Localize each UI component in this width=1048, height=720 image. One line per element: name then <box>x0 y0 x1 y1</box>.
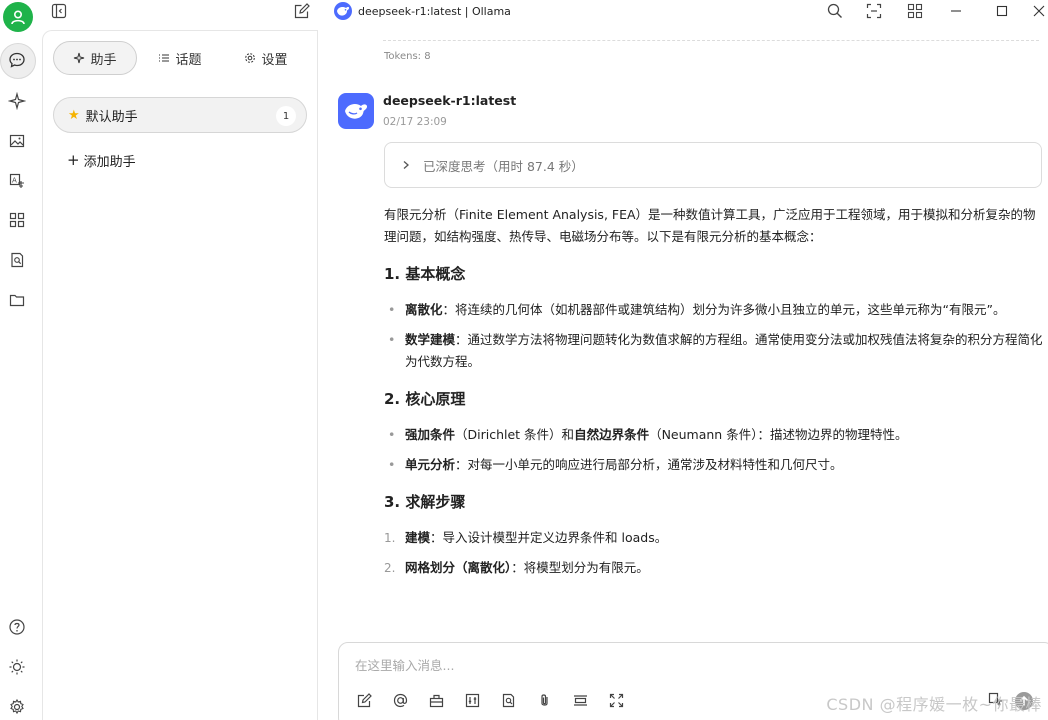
search-icon[interactable] <box>826 2 844 24</box>
message-timestamp: 02/17 23:09 <box>383 116 447 128</box>
message-content: 有限元分析（Finite Element Analysis, FEA）是一种数值… <box>384 204 1044 587</box>
list-item: 强加条件（Dirichlet 条件）和自然边界条件（Neumann 条件）：描述… <box>384 424 1044 446</box>
toolbox-icon[interactable] <box>427 691 446 710</box>
list-icon <box>159 54 170 62</box>
translate-icon[interactable]: A <box>0 166 34 196</box>
intro-paragraph: 有限元分析（Finite Element Analysis, FEA）是一种数值… <box>384 207 1036 244</box>
list-item-text: （Dirichlet 条件）和 <box>455 427 575 442</box>
apps-icon[interactable] <box>0 205 34 235</box>
tab-settings[interactable]: 设置 <box>223 41 309 75</box>
list-item-text: ：导入设计模型并定义边界条件和 loads。 <box>430 530 668 545</box>
maximize-icon[interactable] <box>993 2 1011 24</box>
bullet-list: 离散化：将连续的几何体（如机器部件或建筑结构）划分为许多微小且独立的单元，这些单… <box>384 299 1044 373</box>
window-title-text: deepseek-r1:latest | Ollama <box>358 4 511 18</box>
grid-icon[interactable] <box>906 2 924 24</box>
add-assistant-label: 添加助手 <box>83 155 136 170</box>
list-item-bold: 网格划分（离散化） <box>405 560 512 575</box>
section-heading: 2. 核心原理 <box>384 390 466 408</box>
sparkle-small-icon <box>74 52 85 64</box>
list-item-text: ：通过数学方法将物理问题转化为数值求解的方程组。通常使用变分法或加权残值法将复杂… <box>405 332 1043 369</box>
list-item-bold: 自然边界条件 <box>574 427 650 442</box>
list-item-bold: 建模 <box>405 530 431 545</box>
bullet-list: 强加条件（Dirichlet 条件）和自然边界条件（Neumann 条件）：描述… <box>384 424 1044 476</box>
tab-topics[interactable]: 话题 <box>137 41 223 75</box>
divider <box>383 40 1039 41</box>
list-item: 2. 网格划分（离散化）：将模型划分为有限元。 <box>384 557 1044 579</box>
avatar-icon[interactable] <box>3 2 33 32</box>
svg-text:A: A <box>12 177 17 185</box>
list-item-bold: 离散化 <box>405 302 443 317</box>
list-item-text: ：对每一小单元的响应进行局部分析，通常涉及材料特性和几何尺寸。 <box>455 457 843 472</box>
list-item-bold: 单元分析 <box>405 457 456 472</box>
new-chat-icon[interactable] <box>293 2 311 24</box>
assistant-item-label: 默认助手 <box>85 109 138 125</box>
sparkle-icon[interactable] <box>0 86 34 116</box>
list-item-text: （Neumann 条件）：描述物边界的物理特性。 <box>649 427 908 442</box>
message-model-name: deepseek-r1:latest <box>383 93 517 108</box>
thinking-label: 已深度思考（用时 87.4 秒） <box>423 158 584 174</box>
doc-search-icon[interactable] <box>0 245 34 275</box>
image-icon[interactable] <box>0 126 34 156</box>
fullscreen-icon[interactable] <box>607 691 626 710</box>
attachment-icon[interactable] <box>535 691 554 710</box>
list-item-bold: 数学建模 <box>405 332 456 347</box>
close-icon[interactable] <box>1030 2 1048 24</box>
sliders-icon[interactable] <box>463 691 482 710</box>
list-item-bold: 强加条件 <box>405 427 456 442</box>
title-bar: deepseek-r1:latest | Ollama <box>34 0 1048 24</box>
chevron-right-icon <box>403 161 409 169</box>
format-icon[interactable] <box>571 691 590 710</box>
star-icon: ★ <box>68 107 80 123</box>
deepseek-logo-icon <box>334 2 352 20</box>
model-avatar <box>338 93 374 129</box>
window-title: deepseek-r1:latest | Ollama <box>334 2 511 20</box>
list-item-text: ：将模型划分为有限元。 <box>511 560 649 575</box>
gear-small-icon <box>245 53 256 63</box>
plus-icon: + <box>67 151 80 169</box>
list-item-text: ：将连续的几何体（如机器部件或建筑结构）划分为许多微小且独立的单元，这些单元称为… <box>442 302 1006 317</box>
app-window: A deepseek-r1:latest | Ollama 助手 话题 设置 ★… <box>0 0 1048 720</box>
knowledge-search-icon[interactable] <box>499 691 518 710</box>
thinking-collapse[interactable]: 已深度思考（用时 87.4 秒） <box>384 142 1042 188</box>
list-number: 1. <box>384 531 396 545</box>
list-item: 1. 建模：导入设计模型并定义边界条件和 loads。 <box>384 527 1044 549</box>
list-item: 数学建模：通过数学方法将物理问题转化为数值求解的方程组。通常使用变分法或加权残值… <box>384 329 1044 373</box>
tab-topics-label: 话题 <box>175 52 202 68</box>
assistant-topic-count: 1 <box>276 106 296 126</box>
help-icon[interactable] <box>0 612 34 642</box>
list-number: 2. <box>384 561 396 575</box>
watermark: CSDN @程序媛一枚~你最棒 <box>826 695 1042 714</box>
settings-gear-icon[interactable] <box>0 692 34 720</box>
sun-icon[interactable] <box>0 652 34 682</box>
section-heading: 3. 求解步骤 <box>384 493 466 511</box>
chat-icon[interactable] <box>0 43 36 79</box>
chat-area: Tokens: 8 deepseek-r1:latest 02/17 23:09… <box>319 30 1048 720</box>
add-assistant-button[interactable]: + 添加助手 <box>67 151 136 171</box>
tab-settings-label: 设置 <box>261 52 288 68</box>
mention-icon[interactable] <box>391 691 410 710</box>
list-item: 离散化：将连续的几何体（如机器部件或建筑结构）划分为许多微小且独立的单元，这些单… <box>384 299 1044 321</box>
input-toolbar <box>355 691 626 711</box>
assistant-panel: 助手 话题 设置 ★ 默认助手 1 + 添加助手 <box>42 30 318 720</box>
panel-tabs: 助手 话题 设置 <box>53 41 309 75</box>
assistant-item-default[interactable]: ★ 默认助手 1 <box>53 97 307 133</box>
expand-icon[interactable] <box>865 2 883 24</box>
minimize-icon[interactable] <box>947 2 965 24</box>
numbered-list: 1. 建模：导入设计模型并定义边界条件和 loads。 2. 网格划分（离散化）：将… <box>384 527 1044 579</box>
icon-rail: A <box>0 0 36 720</box>
tab-assistant-label: 助手 <box>90 52 117 68</box>
sidebar-toggle-icon[interactable] <box>50 2 68 24</box>
folder-icon[interactable] <box>0 285 34 315</box>
section-heading: 1. 基本概念 <box>384 265 466 283</box>
token-count: Tokens: 8 <box>384 51 431 62</box>
tab-assistant[interactable]: 助手 <box>53 41 137 75</box>
message-input[interactable]: 在这里输入消息... <box>355 655 454 674</box>
list-item: 单元分析：对每一小单元的响应进行局部分析，通常涉及材料特性和几何尺寸。 <box>384 454 1044 476</box>
edit-icon[interactable] <box>355 691 374 710</box>
